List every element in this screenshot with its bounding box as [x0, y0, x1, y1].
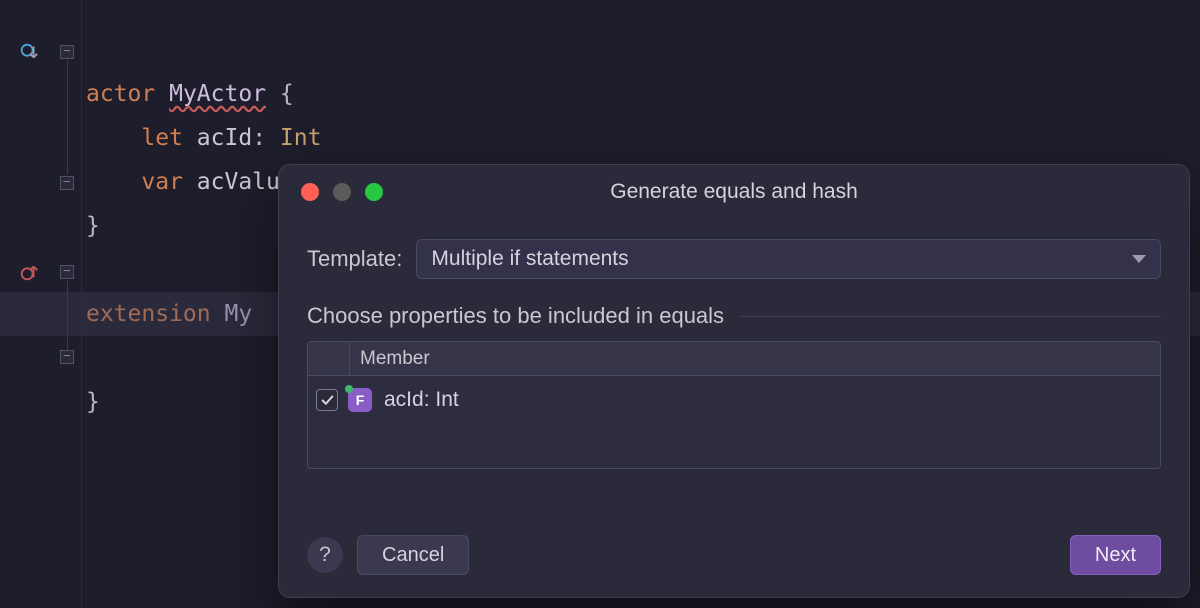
template-select[interactable]: Multiple if statements [416, 239, 1161, 279]
cancel-button[interactable]: Cancel [357, 535, 469, 575]
colon: : [252, 125, 266, 151]
member-label: acId: Int [384, 388, 459, 412]
brace: { [280, 81, 294, 107]
fold-toggle-icon[interactable] [60, 265, 74, 279]
minimize-icon [333, 183, 351, 201]
fold-toggle-icon[interactable] [60, 45, 74, 59]
dialog-body: Template: Multiple if statements Choose … [279, 219, 1189, 517]
fold-toggle-icon[interactable] [60, 350, 74, 364]
checkbox-column [308, 342, 350, 375]
brace: } [86, 213, 100, 239]
fold-column [62, 0, 82, 608]
traffic-lights [301, 183, 383, 201]
field-icon: F [348, 388, 372, 412]
template-row: Template: Multiple if statements [307, 239, 1161, 279]
keyword: var [141, 169, 183, 195]
type-name: MyActor [169, 81, 266, 107]
divider [740, 316, 1161, 317]
member-checkbox[interactable] [316, 389, 338, 411]
help-button[interactable]: ? [307, 537, 343, 573]
fold-guide [67, 60, 68, 174]
close-icon[interactable] [301, 183, 319, 201]
implements-down-icon[interactable] [18, 41, 40, 63]
member-column-header: Member [350, 348, 430, 370]
dialog-titlebar[interactable]: Generate equals and hash [279, 165, 1189, 219]
chevron-down-icon [1132, 255, 1146, 263]
zoom-icon[interactable] [365, 183, 383, 201]
dialog-footer: ? Cancel Next [279, 517, 1189, 597]
brace: } [86, 389, 100, 415]
table-header: Member [308, 342, 1160, 376]
gutter [0, 0, 54, 608]
generate-equals-hash-dialog: Generate equals and hash Template: Multi… [278, 164, 1190, 598]
keyword: let [141, 125, 183, 151]
template-label: Template: [307, 246, 402, 272]
fold-guide [67, 280, 68, 350]
property-name: acId [197, 125, 252, 151]
fold-toggle-icon[interactable] [60, 176, 74, 190]
overridden-up-icon[interactable] [18, 261, 40, 283]
dialog-title: Generate equals and hash [279, 180, 1189, 204]
table-row[interactable]: F acId: Int [308, 376, 1160, 424]
keyword: actor [86, 81, 155, 107]
members-table: Member F acId: Int [307, 341, 1161, 469]
template-value: Multiple if statements [431, 247, 628, 271]
section-header: Choose properties to be included in equa… [307, 303, 1161, 329]
type-ref: Int [280, 125, 322, 151]
section-label: Choose properties to be included in equa… [307, 303, 724, 329]
next-button[interactable]: Next [1070, 535, 1161, 575]
